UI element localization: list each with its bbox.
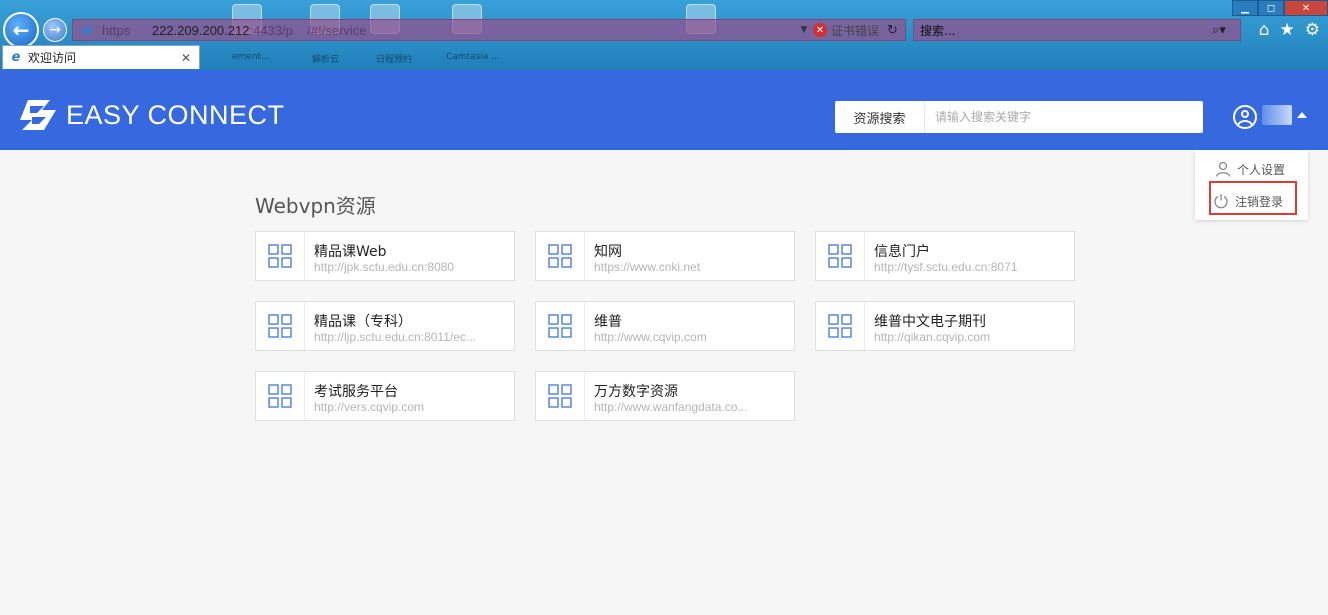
resource-name: 知网: [594, 244, 622, 260]
brand-name: EASY CONNECT: [66, 100, 285, 130]
maximize-button[interactable]: ◻: [1258, 0, 1284, 16]
resource-url: http://www.wanfangdata.co...: [594, 400, 748, 414]
resource-search-input[interactable]: [925, 101, 1203, 133]
back-arrow-icon: ←: [12, 18, 30, 42]
desktop-label: 日程预约: [376, 55, 413, 65]
resource-url: http://jpk.sctu.edu.cn:8080: [314, 260, 455, 274]
home-icon[interactable]: ⌂: [1259, 20, 1270, 40]
address-bar[interactable]: e https 222.209.200.212:4433/p /#!/servi…: [72, 19, 906, 41]
easy-connect-logo-icon: [20, 100, 56, 130]
grid-icon: [256, 302, 305, 350]
address-url: https 222.209.200.212:4433/p /#!/service: [102, 22, 367, 38]
ie-icon: e: [81, 21, 93, 39]
cert-error-label[interactable]: 证书错误: [831, 22, 879, 39]
address-dropdown-icon[interactable]: ▼: [795, 25, 813, 35]
resource-card[interactable]: 维普中文电子期刊 http://qikan.cqvip.com: [815, 301, 1075, 351]
desktop-label: Camtasia ...: [446, 52, 500, 62]
user-icon: [1215, 161, 1231, 177]
menu-item-label: 个人设置: [1237, 162, 1286, 177]
resource-search-label[interactable]: 资源搜索: [835, 101, 925, 133]
back-button[interactable]: ←: [3, 12, 39, 48]
user-body-shape: [1237, 120, 1253, 127]
resource-card[interactable]: 维普 http://www.cqvip.com: [535, 301, 795, 351]
gear-icon[interactable]: ⚙: [1305, 20, 1320, 40]
user-avatar[interactable]: [1233, 105, 1257, 129]
cert-error-icon[interactable]: ✕: [812, 23, 827, 37]
resource-card[interactable]: 精品课（专科） http://ljp.sctu.edu.cn:8011/ec..…: [255, 301, 515, 351]
resource-url: http://qikan.cqvip.com: [874, 330, 991, 344]
grid-icon: [256, 372, 305, 420]
grid-icon: [816, 302, 865, 350]
resource-url: http://www.cqvip.com: [594, 330, 707, 344]
resource-url: http://vers.cqvip.com: [314, 400, 425, 414]
grid-icon: [536, 232, 585, 280]
resource-name: 维普: [594, 314, 622, 330]
logout-highlight-box: [1209, 181, 1297, 215]
resource-search: 资源搜索: [835, 101, 1203, 133]
browser-chrome: ement... 解析云 日程预约 Camtasia ... ← → e htt…: [0, 0, 1328, 70]
resource-card[interactable]: 知网 https://www.cnki.net: [535, 231, 795, 281]
forward-arrow-icon: →: [49, 22, 61, 38]
grid-icon: [256, 232, 305, 280]
favorites-star-icon[interactable]: ★: [1280, 20, 1295, 40]
section-title: Webvpn资源: [255, 194, 376, 218]
resource-url: https://www.cnki.net: [594, 260, 701, 274]
ie-icon: e: [11, 50, 21, 65]
desktop-label: ement...: [232, 52, 270, 62]
grid-icon: [816, 232, 865, 280]
browser-tab[interactable]: e 欢迎访问 ✕: [2, 45, 200, 69]
search-icon[interactable]: ⌕▾: [1212, 23, 1240, 38]
user-head-shape: [1241, 110, 1249, 118]
window-controls: ▁ ◻ ✕: [1232, 0, 1328, 16]
app-header: EASY CONNECT 资源搜索: [0, 70, 1328, 150]
resource-card[interactable]: 万方数字资源 http://www.wanfangdata.co...: [535, 371, 795, 421]
menu-item-personal-settings[interactable]: 个人设置: [1195, 154, 1308, 184]
minimize-button[interactable]: ▁: [1232, 0, 1258, 16]
resource-name: 精品课（专科）: [314, 314, 412, 330]
forward-button[interactable]: →: [43, 18, 67, 42]
user-name-redacted[interactable]: [1262, 105, 1292, 125]
close-window-button[interactable]: ✕: [1284, 0, 1328, 16]
browser-toolbar-icons: ⌂ ★ ⚙: [1259, 20, 1320, 40]
resource-url: http://tysf.sctu.edu.cn:8071: [874, 260, 1018, 274]
resource-name: 万方数字资源: [594, 384, 678, 400]
resource-name: 维普中文电子期刊: [874, 314, 986, 330]
browser-search-placeholder: 搜索...: [920, 23, 956, 38]
resource-card[interactable]: 信息门户 http://tysf.sctu.edu.cn:8071: [815, 231, 1075, 281]
caret-up-icon[interactable]: [1297, 112, 1307, 118]
desktop-label: 解析云: [312, 55, 340, 65]
grid-icon: [536, 302, 585, 350]
resource-card[interactable]: 考试服务平台 http://vers.cqvip.com: [255, 371, 515, 421]
browser-search-box[interactable]: 搜索... ⌕▾: [913, 19, 1241, 41]
resource-url: http://ljp.sctu.edu.cn:8011/ec...: [314, 330, 476, 344]
tab-title: 欢迎访问: [28, 51, 77, 65]
grid-icon: [536, 372, 585, 420]
refresh-icon[interactable]: ↻: [887, 23, 905, 38]
resource-name: 精品课Web: [314, 244, 387, 260]
resource-name: 考试服务平台: [314, 384, 398, 400]
resource-card[interactable]: 精品课Web http://jpk.sctu.edu.cn:8080: [255, 231, 515, 281]
resource-name: 信息门户: [874, 244, 930, 260]
tab-close-icon[interactable]: ✕: [181, 51, 199, 65]
